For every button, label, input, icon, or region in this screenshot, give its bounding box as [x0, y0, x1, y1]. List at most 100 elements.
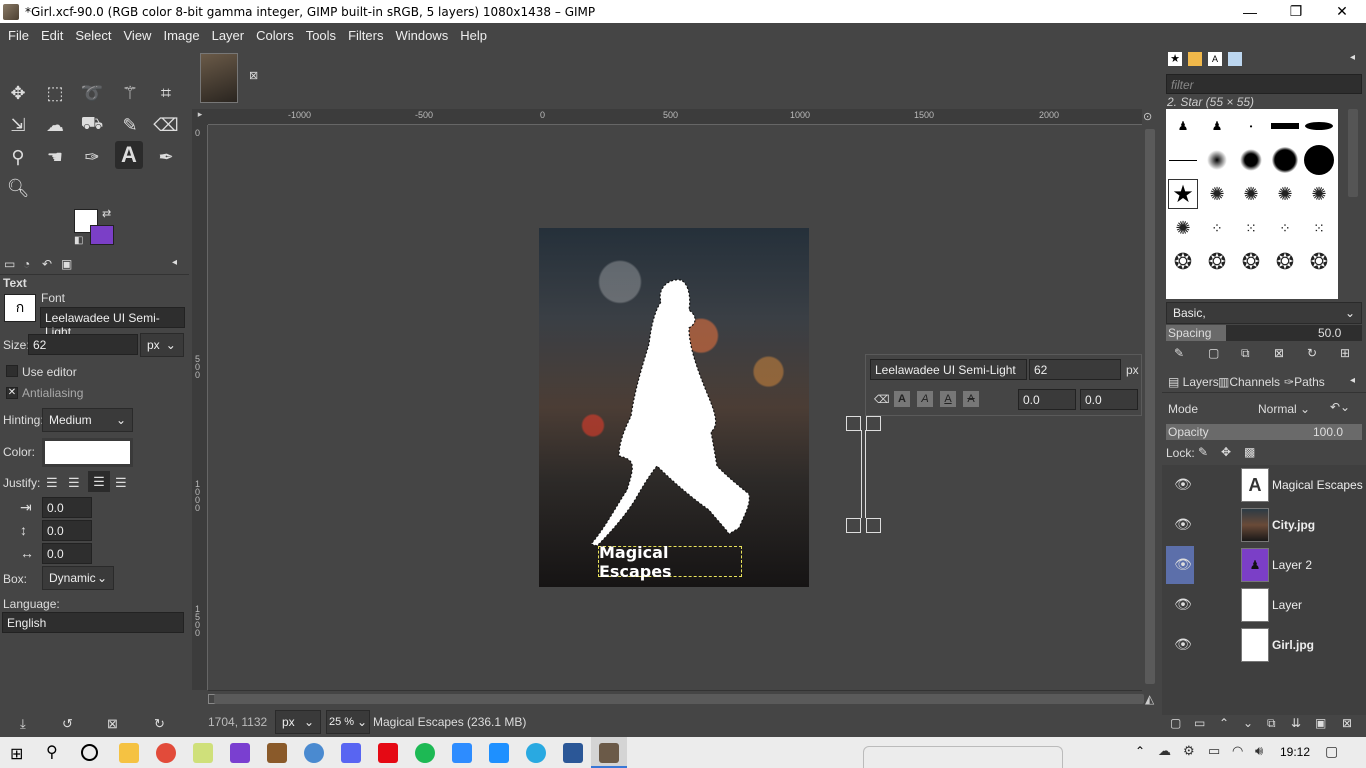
- telegram-icon[interactable]: [526, 743, 546, 763]
- background-color-swatch[interactable]: [90, 225, 114, 245]
- style-font-input[interactable]: Leelawadee UI Semi-Light: [870, 359, 1027, 380]
- raise-layer-icon[interactable]: ⌃: [1219, 716, 1229, 730]
- brush-tag-select[interactable]: Basic, ⌄: [1166, 302, 1362, 324]
- merge-layer-icon[interactable]: ⇊: [1291, 716, 1301, 730]
- duplicate-layer-icon[interactable]: ⧉: [1267, 716, 1276, 731]
- line-spacing-input[interactable]: 0.0: [42, 520, 92, 541]
- letter-spacing-input[interactable]: 0.0: [42, 543, 92, 564]
- layers-tab[interactable]: ▤ Layers: [1168, 375, 1219, 389]
- eye-icon[interactable]: 👁︎: [1173, 516, 1193, 532]
- lock-alpha-icon[interactable]: ▩: [1244, 445, 1255, 459]
- menu-select[interactable]: Select: [69, 28, 117, 43]
- brush-item[interactable]: ⁘: [1202, 213, 1232, 243]
- eraser-tool-icon[interactable]: ⌫: [152, 111, 180, 139]
- menu-layer[interactable]: Layer: [206, 28, 251, 43]
- move-tool-icon[interactable]: ✥: [4, 79, 32, 107]
- restore-options-icon[interactable]: ↺: [62, 716, 73, 732]
- notepad-icon[interactable]: [193, 743, 213, 763]
- star-brush-selected[interactable]: ★: [1168, 179, 1198, 209]
- horizontal-scroll-thumb[interactable]: [214, 694, 1144, 704]
- size-input[interactable]: 62: [28, 334, 138, 355]
- brush-item[interactable]: [1270, 111, 1300, 141]
- lower-layer-icon[interactable]: ⌄: [1243, 716, 1253, 730]
- zoom-to-fit-icon[interactable]: ⊙: [1143, 110, 1157, 124]
- paths-tab[interactable]: ✑Paths: [1284, 375, 1325, 389]
- app-icon[interactable]: [267, 743, 287, 763]
- mode-switch-icon[interactable]: ↶⌄: [1330, 400, 1350, 414]
- system-tray-icon[interactable]: ⚙: [1183, 743, 1195, 759]
- menu-view[interactable]: View: [118, 28, 158, 43]
- zoom-select[interactable]: 25 % ⌄: [326, 710, 370, 734]
- horizontal-scrollbar[interactable]: [208, 690, 1144, 706]
- file-explorer-icon[interactable]: [119, 743, 139, 763]
- app-icon[interactable]: [304, 743, 324, 763]
- show-hidden-icons[interactable]: ⌃: [1135, 744, 1145, 758]
- channels-tab[interactable]: ▥Channels: [1218, 375, 1280, 389]
- notifications-icon[interactable]: ▢: [1325, 743, 1338, 760]
- onedrive-icon[interactable]: ☁: [1158, 743, 1171, 759]
- dock-menu-icon[interactable]: ◂: [1350, 52, 1355, 63]
- document-history-tab-icon[interactable]: [1228, 52, 1242, 66]
- swap-colors-icon[interactable]: ⇄: [102, 207, 111, 220]
- refresh-brushes-icon[interactable]: ↻: [1307, 346, 1317, 360]
- bold-icon[interactable]: A: [894, 391, 910, 407]
- layer-row-girl[interactable]: 👁︎ Girl.jpg: [1165, 626, 1363, 664]
- box-select[interactable]: Dynamic ⌄: [42, 566, 114, 590]
- brush-item[interactable]: ⁙: [1236, 213, 1266, 243]
- kerning-input[interactable]: 0.0: [1080, 389, 1138, 410]
- menu-colors[interactable]: Colors: [250, 28, 300, 43]
- mode-select[interactable]: Normal ⌄: [1258, 402, 1310, 416]
- task-view-icon[interactable]: [81, 744, 98, 761]
- fuzzy-select-tool-icon[interactable]: ⚚: [116, 79, 144, 107]
- brush-item[interactable]: [1168, 145, 1198, 175]
- brush-filter-input[interactable]: filter: [1166, 74, 1362, 94]
- layers-dock-menu-icon[interactable]: ◂: [1350, 375, 1355, 386]
- eye-icon[interactable]: 👁︎: [1173, 596, 1193, 612]
- style-unit[interactable]: px: [1126, 363, 1139, 377]
- delete-options-icon[interactable]: ⊠: [107, 716, 118, 732]
- menu-windows[interactable]: Windows: [389, 28, 454, 43]
- brush-item[interactable]: ✺: [1202, 179, 1232, 209]
- unified-transform-tool-icon[interactable]: ⇲: [4, 111, 32, 139]
- status-unit-select[interactable]: px ⌄: [275, 710, 321, 734]
- underline-icon[interactable]: A: [940, 391, 956, 407]
- brush-item[interactable]: ⁘: [1270, 213, 1300, 243]
- size-unit-select[interactable]: px ⌄: [140, 333, 184, 357]
- style-size-input[interactable]: 62: [1029, 359, 1121, 380]
- brush-grid-scrollbar[interactable]: [1348, 109, 1358, 197]
- layer-mask-icon[interactable]: ▣: [1315, 716, 1326, 730]
- clock[interactable]: 19:12: [1280, 745, 1310, 759]
- brushes-tab-icon[interactable]: ★: [1168, 52, 1182, 66]
- menu-tools[interactable]: Tools: [300, 28, 342, 43]
- menu-file[interactable]: File: [2, 28, 35, 43]
- menu-help[interactable]: Help: [454, 28, 493, 43]
- brush-item[interactable]: ♟: [1202, 111, 1232, 141]
- wifi-icon[interactable]: ◠: [1232, 743, 1243, 759]
- delete-brush-icon[interactable]: ⊠: [1274, 346, 1284, 360]
- paintbrush-tool-icon[interactable]: ✎: [116, 111, 144, 139]
- save-options-icon[interactable]: ⤓: [20, 716, 26, 732]
- crop-tool-icon[interactable]: ⌗: [152, 79, 180, 107]
- antialiasing-checkbox[interactable]: ✕: [6, 387, 18, 399]
- bucket-fill-tool-icon[interactable]: ⛟: [78, 111, 106, 139]
- opacity-slider[interactable]: Opacity 100.0: [1166, 424, 1362, 440]
- rect-select-tool-icon[interactable]: ⬚: [41, 79, 69, 107]
- font-preview-icon[interactable]: ก: [4, 294, 36, 322]
- eye-icon[interactable]: 👁︎: [1173, 476, 1193, 492]
- brush-item[interactable]: ✺: [1270, 179, 1300, 209]
- battery-icon[interactable]: ▭: [1208, 743, 1220, 759]
- new-layer-icon[interactable]: ▢: [1170, 716, 1181, 730]
- word-icon[interactable]: [563, 743, 583, 763]
- menu-filters[interactable]: Filters: [342, 28, 389, 43]
- vertical-scroll-thumb[interactable]: [1145, 129, 1155, 684]
- brush-item[interactable]: [1236, 145, 1266, 175]
- brush-item[interactable]: [1304, 111, 1334, 141]
- clone-tool-icon[interactable]: ⚲: [4, 143, 32, 171]
- paths-tool-icon[interactable]: ✑: [78, 143, 106, 171]
- undo-history-tab-icon[interactable]: ↶: [42, 257, 52, 271]
- justify-fill-icon[interactable]: ☰: [115, 475, 127, 491]
- language-input[interactable]: English: [2, 612, 184, 633]
- new-layer-group-icon[interactable]: ▭: [1194, 716, 1205, 730]
- layer-row-city[interactable]: 👁︎ City.jpg: [1165, 506, 1363, 544]
- tool-options-tab-icon[interactable]: ▭: [4, 257, 15, 271]
